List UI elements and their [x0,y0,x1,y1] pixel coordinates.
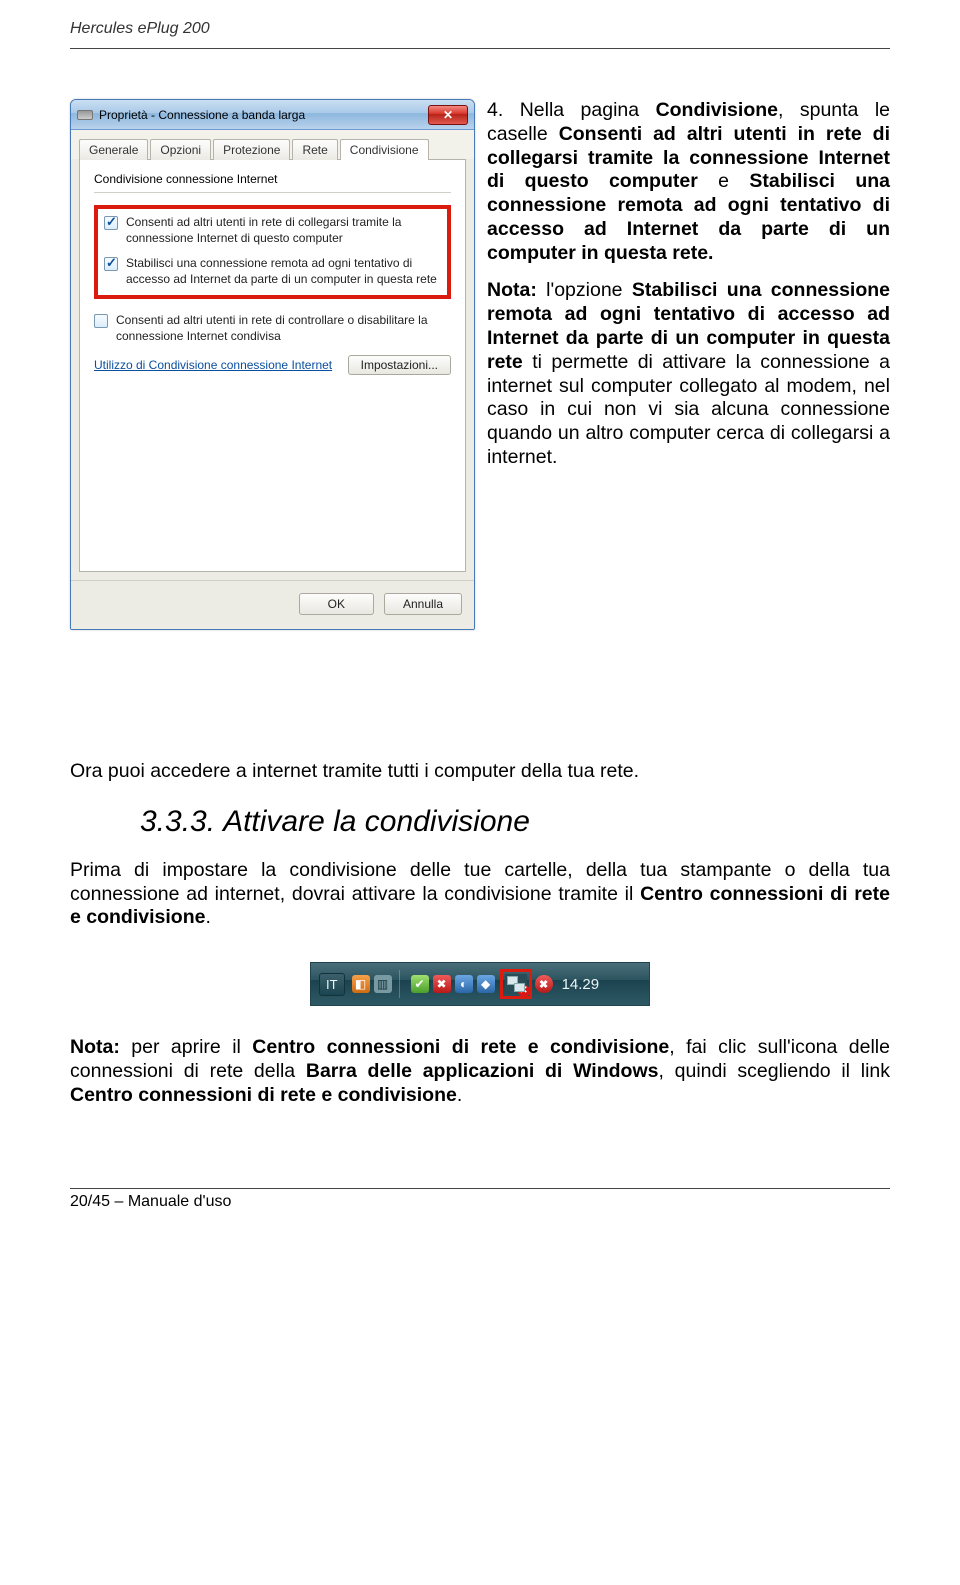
checkbox-label-2: Stabilisci una connessione remota ad ogn… [126,256,441,287]
header-divider [70,48,890,49]
footer-divider [70,1188,890,1189]
text-bold: Condivisione [656,99,778,121]
text: . [205,906,210,928]
tray-alert-icon[interactable]: ✖ [433,975,451,993]
text-bold: Centro connessioni di rete e condivision… [70,1084,457,1106]
tab-protezione[interactable]: Protezione [213,139,290,160]
modem-icon [77,110,93,120]
ics-help-link[interactable]: Utilizzo di Condivisione connessione Int… [94,358,332,372]
checkbox-label-3: Consenti ad altri utenti in rete di cont… [116,313,451,344]
text: 4. Nella pagina [487,99,656,121]
highlighted-options: Consenti ad altri utenti in rete di coll… [94,205,451,299]
tray-removable-icon[interactable]: ◆ [477,975,495,993]
dialog-tabs: Generale Opzioni Protezione Rete Condivi… [71,130,474,159]
note-label: Nota: [70,1036,120,1058]
checkbox-label-1: Consenti ad altri utenti in rete di coll… [126,215,441,246]
text-bold: Centro connessioni di rete e condivision… [252,1036,669,1058]
network-icon-highlight: ✕ [500,969,532,999]
page-footer: 20/45 – Manuale d'uso [70,1193,890,1211]
post-step-text: Ora puoi accedere a internet tramite tut… [70,760,890,784]
checkbox-icon[interactable] [104,216,118,230]
section-intro-text: Prima di impostare la condivisione delle… [70,859,890,930]
dialog-titlebar: Proprietà - Connessione a banda larga ✕ [71,100,474,130]
checkbox-row-2[interactable]: Stabilisci una connessione remota ad ogn… [104,256,441,287]
close-icon[interactable]: ✕ [428,105,468,125]
tray-error-icon[interactable]: ✖ [535,975,553,993]
settings-button[interactable]: Impostazioni... [348,355,451,375]
note-text-2: Nota: per aprire il Centro connessioni d… [70,1036,890,1107]
dialog-title: Proprietà - Connessione a banda larga [99,108,305,122]
tab-opzioni[interactable]: Opzioni [150,139,211,160]
tab-rete[interactable]: Rete [292,139,337,160]
tab-condivisione[interactable]: Condivisione [340,139,429,160]
tray-sidebar-icon[interactable]: ▥ [374,975,392,993]
instruction-step-4: 4. Nella pagina Condivisione, spunta le … [487,99,890,484]
text: , quindi scegliendo il link [658,1060,890,1082]
note-label: Nota: [487,279,537,301]
checkbox-row-3[interactable]: Consenti ad altri utenti in rete di cont… [94,313,451,344]
text: . [457,1084,462,1106]
checkbox-icon[interactable] [94,314,108,328]
checkbox-icon[interactable] [104,257,118,271]
section-number: 3.3.3. [140,805,215,839]
text: per aprire il [120,1036,252,1058]
ok-button[interactable]: OK [299,593,374,615]
dialog-footer: OK Annulla [71,580,474,629]
text-bold: Barra delle applicazioni di Windows [306,1060,659,1082]
properties-dialog: Proprietà - Connessione a banda larga ✕ … [70,99,475,630]
tray-security-icon[interactable]: ✔ [411,975,429,993]
text: e [698,170,750,192]
network-icon[interactable]: ✕ [505,974,527,994]
taskbar-tray: IT ◧ ▥ ✔ ✖ ◐ ◆ ✕ ✖ 14.29 [310,962,650,1006]
dialog-body: Condivisione connessione Internet Consen… [79,159,466,572]
text: l'opzione [537,279,632,301]
clock[interactable]: 14.29 [562,976,600,993]
section-title: Attivare la condivisione [223,805,530,839]
section-heading-3-3-3: 3.3.3. Attivare la condivisione [140,805,890,839]
checkbox-row-1[interactable]: Consenti ad altri utenti in rete di coll… [104,215,441,246]
tray-update-icon[interactable]: ◐ [455,975,473,993]
text: ti permette di attivare la connessione a… [487,351,890,468]
tab-generale[interactable]: Generale [79,139,148,160]
page-header: Hercules ePlug 200 [70,20,890,38]
group-title: Condivisione connessione Internet [94,172,451,186]
language-indicator[interactable]: IT [319,973,345,996]
cancel-button[interactable]: Annulla [384,593,462,615]
tray-app-icon[interactable]: ◧ [352,975,370,993]
